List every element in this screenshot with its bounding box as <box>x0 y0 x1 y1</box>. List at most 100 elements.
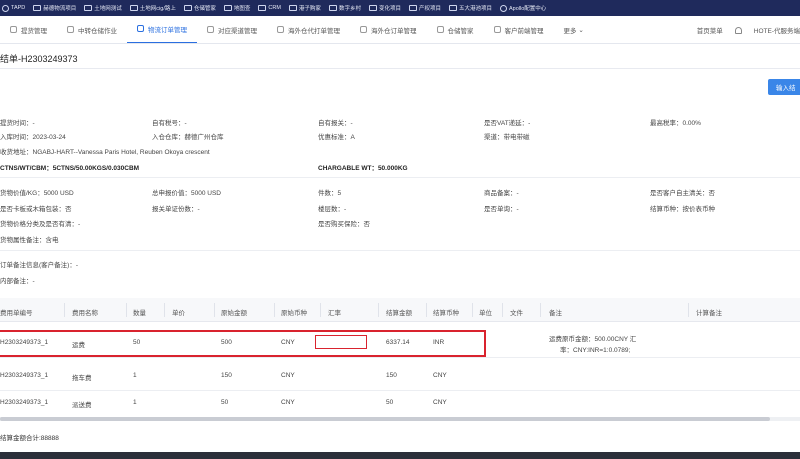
menu-icon <box>10 26 17 33</box>
column-header: 单价 <box>172 310 185 317</box>
menu-icon <box>137 25 144 32</box>
column-header: 结算币种 <box>433 310 459 317</box>
table-row[interactable]: H2303249373_1 拖车费 1 150 CNY 150 CNY <box>0 360 800 391</box>
column-divider <box>126 303 127 317</box>
import-button[interactable]: 输入结 <box>768 79 800 95</box>
user-menu[interactable]: HOTE-代服务端 <box>754 25 800 35</box>
bookmark-item[interactable]: 变化项目 <box>368 4 401 12</box>
info-field: 最高税率：0.00% <box>650 120 701 127</box>
cell-settle-amount: 50 <box>386 399 394 406</box>
divider <box>0 250 800 251</box>
scrollbar-thumb[interactable] <box>0 417 770 421</box>
menu-icon <box>207 26 214 33</box>
info-field: 优惠标准：A <box>318 134 355 141</box>
tab-pickup[interactable]: 提货管理 <box>0 16 57 43</box>
divider <box>0 68 800 69</box>
info-field: 总申报价值：5000 USD <box>152 190 221 197</box>
tab-warehouse[interactable]: 仓储管家 <box>427 16 484 43</box>
bookmark-item[interactable]: 赫德物流项目 <box>33 4 76 12</box>
globe-icon <box>500 4 507 12</box>
info-field: 是否单询：- <box>484 206 519 213</box>
column-header: 费用单编号 <box>0 310 33 317</box>
column-divider <box>378 303 379 317</box>
cell-settle-amount: 150 <box>386 372 397 379</box>
tab-more[interactable]: 更多 ⌄ <box>554 16 594 43</box>
bell-icon[interactable] <box>734 26 742 34</box>
bookmark-item[interactable]: CRM <box>258 5 281 11</box>
bookmark-item[interactable]: 五大港池项目 <box>448 4 492 12</box>
tab-customer-frontend[interactable]: 客户前端管理 <box>484 16 554 43</box>
cell-amount: 50 <box>221 399 229 406</box>
tab-overseas-orders[interactable]: 海外仓订单管理 <box>350 16 427 43</box>
bookmark-item[interactable]: 土地网测试 <box>84 4 122 12</box>
info-field: 货物属性备注：含电 <box>0 237 59 244</box>
info-field: 渠道：带电带磁 <box>484 134 530 141</box>
cell-settle-currency: CNY <box>433 372 447 379</box>
column-divider <box>540 303 541 317</box>
top-navbar: 提货管理 中转仓储作业 物流订单管理 对应渠道管理 海外仓代打单管理 海外仓订单… <box>0 16 800 44</box>
menu-icon <box>436 26 444 33</box>
cell-note: 率：CNY:INR=1:0.0789; <box>560 347 631 354</box>
bookmark-tapd[interactable]: TAPD <box>2 4 25 12</box>
cell-settle-currency: CNY <box>433 399 447 406</box>
folder-icon <box>408 5 417 11</box>
column-header: 单位 <box>479 310 492 317</box>
info-field: 货物价值/KG：5000 USD <box>0 190 74 197</box>
cell-currency: CNY <box>281 372 295 379</box>
cell-currency: CNY <box>281 399 295 406</box>
column-divider <box>472 303 473 317</box>
info-field: 入库时间：2023-03-24 <box>0 134 66 141</box>
column-header: 备注 <box>549 310 562 317</box>
info-internal-note: 内部备注：- <box>0 278 35 285</box>
highlight-annotation <box>0 330 486 357</box>
bookmark-apollo[interactable]: Apollo配置中心 <box>500 4 546 12</box>
bookmark-item[interactable]: 土地网cig/路上 <box>129 4 176 12</box>
bookmark-item[interactable]: 仓储管家 <box>183 4 216 12</box>
bookmark-item[interactable]: 数字乡村 <box>328 4 361 12</box>
page-title: 结单-H2303249373 <box>0 54 78 64</box>
bottom-bar <box>0 452 800 459</box>
tab-channels[interactable]: 对应渠道管理 <box>197 16 267 43</box>
column-divider <box>214 303 215 317</box>
cell-qty: 1 <box>133 399 137 406</box>
column-divider <box>64 303 65 317</box>
bookmark-item[interactable]: 港子购家 <box>288 4 321 12</box>
home-menu-link[interactable]: 首页菜单 <box>697 25 723 35</box>
column-header: 原始币种 <box>281 310 307 317</box>
bookmarks-bar: TAPD 赫德物流项目 土地网测试 土地网cig/路上 仓储管家 地图查 CRM… <box>0 0 800 16</box>
tab-transfer[interactable]: 中转仓储作业 <box>57 16 127 43</box>
table-row[interactable]: H2303249373_1 派送费 1 50 CNY 50 CNY <box>0 388 800 419</box>
column-header: 数量 <box>133 310 146 317</box>
divider <box>0 177 800 178</box>
column-divider <box>688 303 689 317</box>
folder-icon <box>288 5 297 11</box>
bookmark-item[interactable]: 地图查 <box>223 4 250 12</box>
info-field: 货物价格分类及是否有清：- <box>0 221 81 228</box>
column-header: 汇率 <box>328 310 341 317</box>
chevron-down-icon: ⌄ <box>578 26 584 34</box>
folder-icon <box>448 5 457 11</box>
column-divider <box>164 303 165 317</box>
column-divider <box>426 303 427 317</box>
folder-icon <box>223 5 232 11</box>
bookmark-item[interactable]: 产权项目 <box>408 4 441 12</box>
folder-icon <box>328 5 337 11</box>
tab-logistics-orders[interactable]: 物流订单管理 <box>127 16 197 43</box>
info-field: 是否卡板或木箱包装：否 <box>0 206 72 213</box>
info-field: 自有报关：- <box>318 120 353 127</box>
cell-fee-id: H2303249373_1 <box>0 399 49 406</box>
tab-overseas-labels[interactable]: 海外仓代打单管理 <box>267 16 350 43</box>
horizontal-scrollbar[interactable] <box>0 417 800 421</box>
info-chargeable: CHARGABLE WT：50.000KG <box>318 165 408 172</box>
folder-icon <box>84 5 93 11</box>
folder-icon <box>183 5 192 11</box>
cell-fee-name: 拖车费 <box>72 375 92 382</box>
cell-qty: 1 <box>133 372 137 379</box>
info-field: 件数：5 <box>318 190 342 197</box>
info-field: 楼层数：- <box>318 206 347 213</box>
folder-icon <box>258 5 267 11</box>
column-divider <box>320 303 321 317</box>
info-customer-note: 订单备注信息(客户备注)：- <box>0 262 78 269</box>
settlement-total: 结算金额合计:88888 <box>0 435 59 442</box>
info-field: 报关单证份数：- <box>152 206 200 213</box>
